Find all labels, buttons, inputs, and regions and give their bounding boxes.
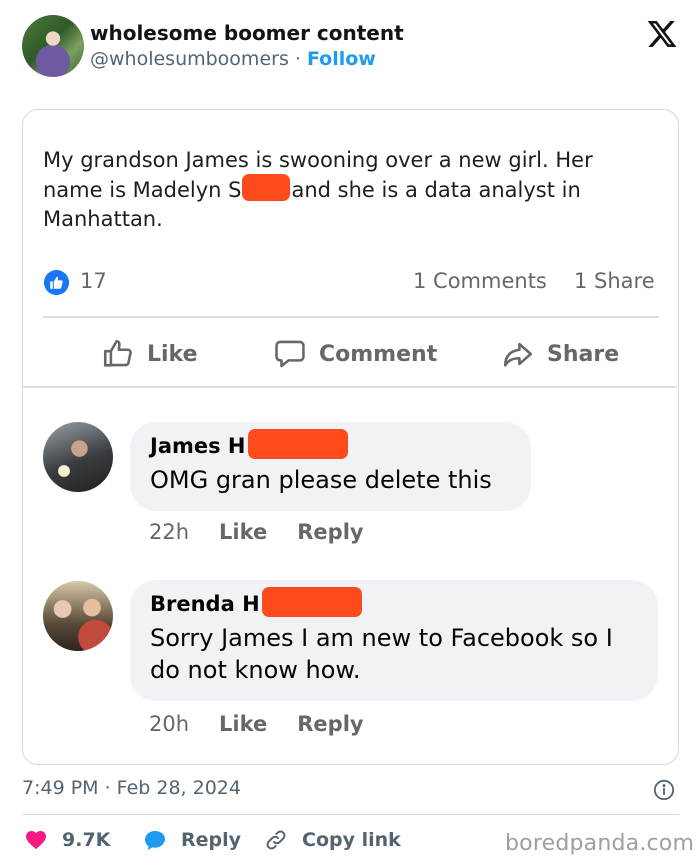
like-button-label: Like [147,341,198,367]
thumbs-up-icon [103,339,132,367]
thumbs-up-badge-icon [44,270,69,295]
comment-meta: 22h Like Reply [149,520,394,544]
divider [43,316,659,318]
reply-button[interactable]: Reply [143,828,241,852]
heart-icon [26,831,46,850]
tweet-timestamp[interactable]: 7:49 PM · Feb 28, 2024 [22,777,241,799]
x-logo-icon[interactable] [646,18,678,50]
commenter-name-line: Brenda H [150,587,362,617]
like-tweet-button[interactable]: 9.7K [24,828,110,852]
link-icon [266,830,286,850]
commenter-avatar[interactable] [43,422,113,492]
comment-like-button[interactable]: Like [219,712,267,736]
watermark: boredpanda.com [505,831,695,856]
divider [22,814,679,815]
share-button-label: Share [547,341,620,367]
comment-bubble: James H OMG gran please delete this [130,422,531,511]
follow-button[interactable]: Follow [307,48,376,70]
author-handle[interactable]: @wholesumboomers [90,48,289,70]
comment-like-button[interactable]: Like [219,520,267,544]
divider [23,386,677,388]
like-count: 9.7K [62,829,111,851]
comment-icon [275,340,305,368]
post-text: My grandson James is swooning over a new… [43,146,653,235]
comment-time[interactable]: 20h [149,712,189,736]
commenter-name[interactable]: James H [150,434,246,458]
redaction-mark [247,429,348,459]
comment-reply-button[interactable]: Reply [297,712,363,736]
commenter-avatar[interactable] [43,581,113,651]
redaction-mark [261,587,362,617]
comment-reply-button[interactable]: Reply [297,520,363,544]
share-arrow-icon [503,342,533,367]
comment-button-label: Comment [319,341,438,367]
comment-text: OMG gran please delete this [150,466,492,494]
comment-button[interactable]: Comment [273,334,437,374]
author-name[interactable]: wholesome boomer content [90,21,404,45]
comment-text: Sorry James I am new to Facebook so I do… [150,624,613,684]
comment-meta: 20h Like Reply [149,712,394,736]
commenter-name[interactable]: Brenda H [150,592,260,616]
comments-count[interactable]: 1 Comments [413,269,547,293]
share-button[interactable]: Share [501,334,619,374]
copy-link-button[interactable]: Copy link [264,828,401,852]
author-avatar[interactable] [22,15,84,77]
redaction-mark [241,174,290,201]
facebook-post-card: My grandson James is swooning over a new… [22,109,679,765]
copy-link-label: Copy link [302,829,401,851]
like-button[interactable]: Like [101,334,198,374]
share-count[interactable]: 1 Share [574,269,655,293]
reply-label: Reply [181,829,242,851]
author-handle-line: @wholesumboomers · Follow [90,48,376,70]
commenter-name-line: James H [150,429,348,459]
comment-time[interactable]: 22h [149,520,189,544]
reply-bubble-icon [145,831,165,850]
like-count[interactable]: 17 [80,269,107,293]
info-icon[interactable] [653,779,675,801]
comment-bubble: Brenda H Sorry James I am new to Faceboo… [130,580,658,701]
handle-separator: · [288,48,307,70]
